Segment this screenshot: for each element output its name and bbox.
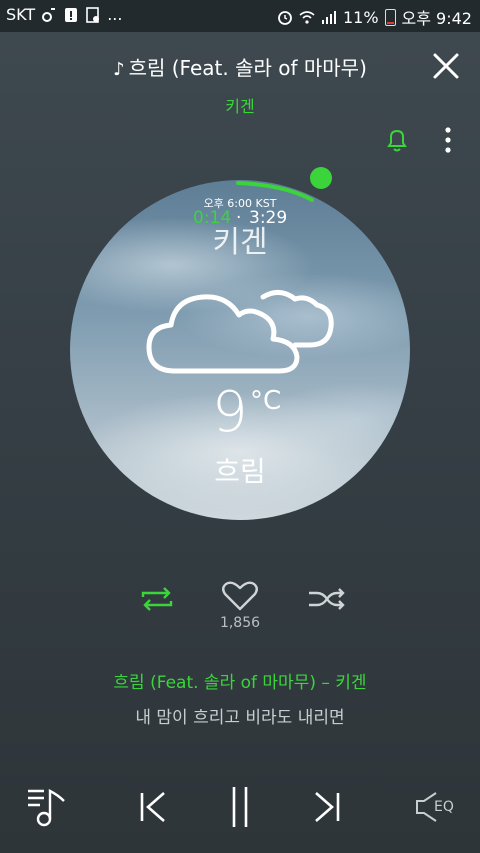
music-note-icon: [42, 7, 56, 22]
title-song-icon: ♪: [113, 59, 125, 80]
alert-icon: [65, 7, 78, 22]
previous-icon[interactable]: [136, 785, 168, 829]
like-count: 1,856: [219, 615, 261, 631]
clock: 오후 9:42: [401, 9, 472, 28]
battery-icon: [384, 8, 396, 26]
disc-artist-name: 키겐: [212, 225, 268, 260]
repeat-icon[interactable]: [137, 583, 177, 615]
next-icon[interactable]: [312, 785, 344, 829]
close-icon[interactable]: [430, 50, 462, 82]
heart-icon[interactable]: [220, 580, 260, 612]
pause-icon[interactable]: [226, 785, 254, 829]
lyric-line[interactable]: 내 맘이 흐리고 비라도 내리면: [0, 703, 480, 728]
eq-label: EQ: [434, 799, 454, 815]
carrier-label: SKT: [6, 5, 36, 24]
weather-condition: 흐림: [214, 455, 266, 488]
signal-icon: [321, 11, 336, 24]
alarm-icon: [278, 11, 292, 25]
equalizer-button[interactable]: EQ: [414, 785, 464, 829]
temperature-unit: °C: [250, 386, 282, 416]
status-left: SKT ...: [6, 5, 122, 24]
bell-icon[interactable]: [385, 127, 409, 153]
more-notifications: ...: [107, 5, 123, 24]
shuffle-icon[interactable]: [307, 583, 347, 615]
song-title: 흐림 (Feat. 솔라 of 마마무): [128, 56, 367, 80]
wifi-icon: [299, 11, 315, 24]
artist-name[interactable]: 키겐: [0, 93, 480, 117]
status-bar: SKT ... 11% 오후 9:42: [0, 0, 480, 32]
battery-percent: 11%: [342, 7, 379, 27]
more-options-icon[interactable]: [442, 126, 454, 154]
playlist-icon[interactable]: [26, 785, 68, 829]
song-title-row: ♪ 흐림 (Feat. 솔라 of 마마무): [0, 52, 480, 81]
now-playing-line[interactable]: 흐림 (Feat. 솔라 of 마마무) – 키겐: [0, 668, 480, 693]
document-icon: [86, 6, 100, 23]
temperature-value: 9: [212, 380, 248, 445]
cloud-icon: [146, 290, 334, 374]
status-right: 11% 오후 9:42: [277, 5, 472, 29]
